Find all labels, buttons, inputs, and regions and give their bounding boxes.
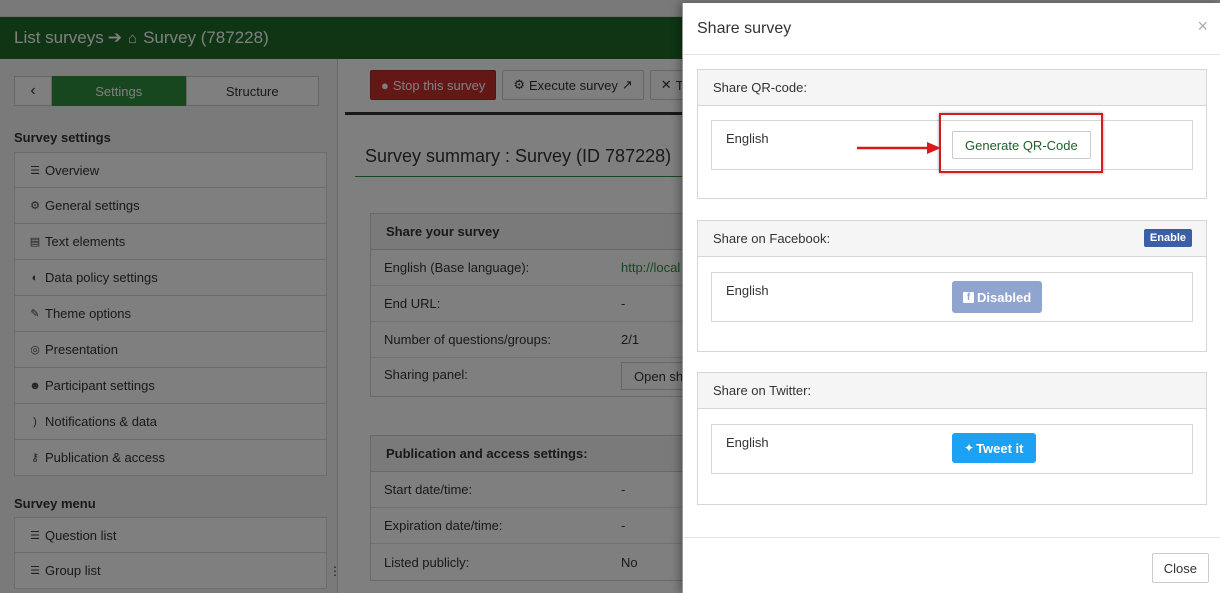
modal-footer: Close [683, 537, 1220, 593]
tweet-button[interactable]: ✦ Tweet it [952, 433, 1036, 463]
close-icon[interactable]: × [1197, 16, 1208, 37]
language-label: English [726, 131, 769, 146]
facebook-panel-heading: Share on Facebook: Enable [698, 221, 1206, 257]
modal-title: Share survey [697, 19, 792, 37]
close-button[interactable]: Close [1151, 553, 1209, 583]
enable-facebook-button[interactable]: Enable [1143, 229, 1192, 247]
twitter-language-row: English ✦ Tweet it [711, 424, 1193, 474]
facebook-panel: Share on Facebook: Enable English f Disab… [697, 220, 1207, 352]
modal-header: Share survey × [683, 3, 1220, 55]
twitter-panel: Share on Twitter: English ✦ Tweet it [697, 372, 1207, 505]
twitter-icon: ✦ [964, 441, 975, 455]
language-label: English [726, 283, 769, 298]
qr-panel-heading: Share QR-code: [698, 70, 1206, 106]
facebook-share-button[interactable]: f Disabled [952, 281, 1043, 313]
highlight-box [939, 113, 1103, 173]
annotation-arrow-icon [857, 142, 941, 154]
twitter-panel-heading: Share on Twitter: [698, 373, 1206, 409]
share-survey-modal: Share survey × Share QR-code: English Ge… [682, 3, 1220, 593]
facebook-icon: f [963, 291, 974, 303]
facebook-language-row: English f Disabled [711, 272, 1193, 322]
language-label: English [726, 435, 769, 450]
